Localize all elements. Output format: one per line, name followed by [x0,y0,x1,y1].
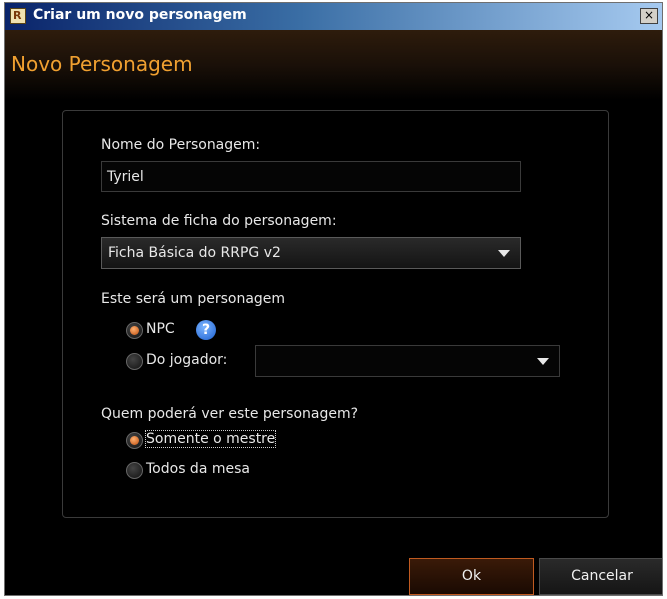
npc-label[interactable]: NPC [146,321,175,337]
master-only-label[interactable]: Somente o mestre [144,430,277,448]
character-type-label: Este será um personagem [101,291,286,307]
player-radio[interactable] [126,353,143,370]
all-table-radio[interactable] [126,462,143,479]
player-label[interactable]: Do jogador: [146,352,227,368]
cancel-button[interactable]: Cancelar [539,558,662,595]
name-input[interactable]: Tyriel [101,161,521,192]
close-button[interactable]: × [640,8,658,24]
all-table-label[interactable]: Todos da mesa [146,461,250,477]
visibility-label: Quem poderá ver este personagem? [101,406,359,422]
sheet-system-select[interactable]: Ficha Básica do RRPG v2 [101,237,521,269]
app-icon: R [10,8,26,24]
ok-button[interactable]: Ok [409,558,534,595]
sheet-system-label: Sistema de ficha do personagem: [101,213,337,229]
npc-radio[interactable] [126,322,143,339]
chevron-down-icon [537,358,549,365]
player-select[interactable] [255,345,560,377]
sheet-system-value: Ficha Básica do RRPG v2 [108,245,281,261]
dialog-window: R Criar um novo personagem × Novo Person… [4,2,663,596]
help-icon[interactable]: ? [196,320,216,340]
title-bar[interactable]: R Criar um novo personagem × [5,3,662,30]
window-title: Criar um novo personagem [33,7,247,23]
name-label: Nome do Personagem: [101,137,261,153]
page-title: Novo Personagem [11,52,193,76]
master-only-radio[interactable] [126,432,143,449]
chevron-down-icon [498,250,510,257]
header-band: Novo Personagem [5,30,662,100]
